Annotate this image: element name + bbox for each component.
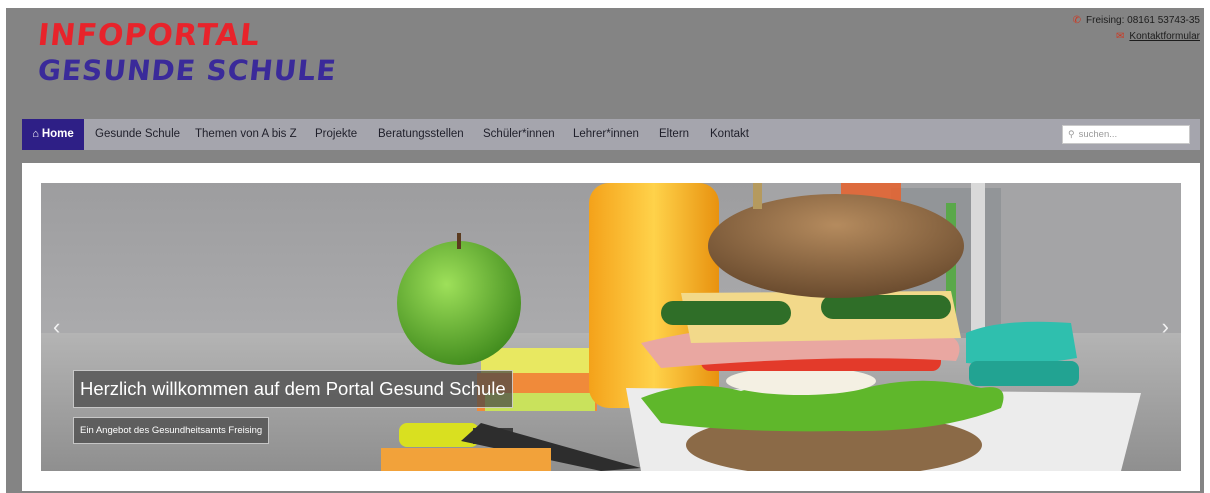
nav-item-eltern[interactable]: Eltern: [659, 119, 689, 150]
nav-item-lehrer[interactable]: Lehrer*innen: [573, 119, 639, 150]
nav-item-projekte[interactable]: Projekte: [315, 119, 357, 150]
slider-caption-subtitle: Ein Angebot des Gesundheitsamts Freising: [73, 417, 270, 444]
nav-item-kontakt[interactable]: Kontakt: [710, 119, 749, 150]
nav-item-beratungsstellen[interactable]: Beratungsstellen: [378, 119, 464, 150]
content-area: ‹ › Herzlich willkommen auf dem Portal G…: [22, 163, 1200, 491]
main-navigation: ⌂ Home Gesunde Schule Themen von A bis Z …: [22, 119, 1200, 150]
nav-item-themen[interactable]: Themen von A bis Z: [195, 119, 297, 150]
slider-caption-title: Herzlich willkommen auf dem Portal Gesun…: [73, 370, 513, 408]
nav-item-home[interactable]: ⌂ Home: [22, 119, 84, 150]
page: INFOPORTAL GESUNDE SCHULE ✆ Freising: 08…: [6, 8, 1204, 493]
phone-row: ✆ Freising: 08161 53743-35: [1073, 13, 1200, 29]
phone-number: Freising: 08161 53743-35: [1086, 15, 1200, 26]
logo-line-1: INFOPORTAL: [36, 18, 262, 53]
logo-line-2: GESUNDE SCHULE: [36, 54, 339, 87]
search-box[interactable]: ⚲ suchen...: [1062, 125, 1190, 144]
chevron-right-icon[interactable]: ›: [1162, 316, 1169, 338]
contact-form-row: ✉ Kontaktformular: [1073, 29, 1200, 45]
search-icon: ⚲: [1068, 129, 1075, 139]
phone-icon: ✆: [1072, 15, 1082, 26]
home-icon: ⌂: [32, 128, 39, 140]
header-contact: ✆ Freising: 08161 53743-35 ✉ Kontaktform…: [1073, 13, 1200, 45]
contact-form-link[interactable]: Kontaktformular: [1129, 29, 1200, 45]
envelope-icon: ✉: [1116, 31, 1125, 42]
nav-item-schueler[interactable]: Schüler*innen: [483, 119, 555, 150]
nav-item-gesunde-schule[interactable]: Gesunde Schule: [95, 119, 180, 150]
chevron-left-icon[interactable]: ‹: [53, 316, 60, 338]
site-logo[interactable]: INFOPORTAL GESUNDE SCHULE: [36, 18, 339, 88]
nav-item-home-label: Home: [41, 128, 74, 140]
search-placeholder: suchen...: [1078, 129, 1118, 140]
image-slider[interactable]: ‹ › Herzlich willkommen auf dem Portal G…: [41, 183, 1181, 471]
